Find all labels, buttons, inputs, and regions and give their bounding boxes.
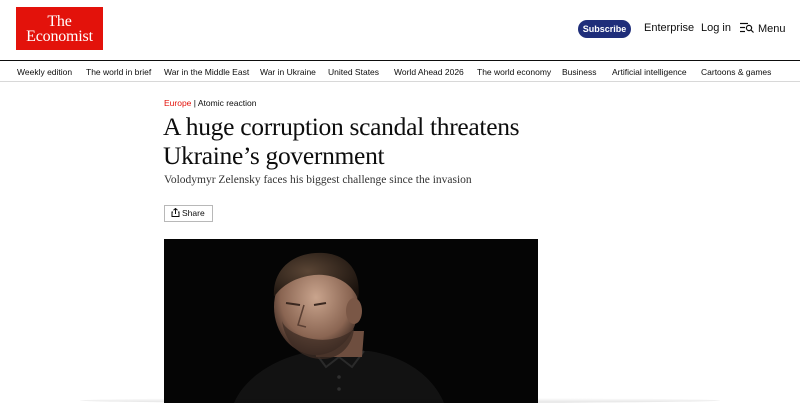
share-button[interactable]: Share: [164, 205, 213, 222]
nav-item-world-ahead-2026[interactable]: World Ahead 2026: [394, 67, 464, 77]
article-headline: A huge corruption scandal threatens Ukra…: [163, 112, 520, 170]
site-header: The Economist Subscribe Enterprise Log i…: [0, 0, 800, 60]
article-standfirst: Volodymyr Zelensky faces his biggest cha…: [164, 174, 472, 186]
article-rubric: Atomic reaction: [197, 98, 257, 108]
main-navigation: Weekly edition The world in brief War in…: [0, 60, 800, 82]
share-icon: [171, 208, 180, 217]
hero-photo-illustration: [164, 239, 538, 403]
enterprise-link[interactable]: Enterprise: [644, 22, 694, 34]
menu-button[interactable]: Menu: [740, 22, 786, 35]
nav-item-artificial-intelligence[interactable]: Artificial intelligence: [612, 67, 687, 77]
article-kicker: Europe | Atomic reaction: [164, 98, 256, 108]
nav-item-united-states[interactable]: United States: [328, 67, 379, 77]
login-link[interactable]: Log in: [701, 22, 731, 34]
menu-search-icon: [740, 22, 754, 33]
subscribe-button[interactable]: Subscribe: [578, 20, 631, 38]
economist-logo[interactable]: The Economist: [16, 7, 103, 50]
nav-item-weekly-edition[interactable]: Weekly edition: [17, 67, 72, 77]
nav-item-world-in-brief[interactable]: The world in brief: [86, 67, 151, 77]
logo-line-2: Economist: [26, 28, 93, 45]
nav-item-cartoons-games[interactable]: Cartoons & games: [701, 67, 771, 77]
nav-item-war-in-ukraine[interactable]: War in Ukraine: [260, 67, 316, 77]
page-shadow: [80, 398, 720, 403]
menu-label: Menu: [758, 23, 786, 35]
logo-line-1: The: [47, 13, 72, 30]
section-link[interactable]: Europe: [164, 98, 191, 108]
nav-item-war-middle-east[interactable]: War in the Middle East: [164, 67, 249, 77]
hero-image: [164, 239, 538, 403]
nav-item-business[interactable]: Business: [562, 67, 597, 77]
share-label: Share: [182, 208, 205, 218]
nav-item-world-economy[interactable]: The world economy: [477, 67, 551, 77]
